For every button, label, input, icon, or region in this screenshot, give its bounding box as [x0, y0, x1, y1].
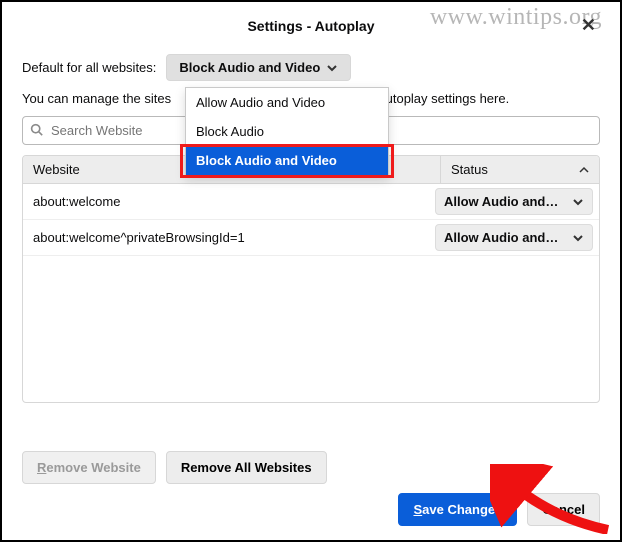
col-status-label: Status [451, 162, 488, 177]
close-button[interactable]: ✕ [577, 14, 600, 36]
table-row[interactable]: about:welcome Allow Audio and… [23, 184, 599, 220]
default-dropdown-value: Block Audio and Video [179, 60, 320, 75]
chevron-down-icon [326, 62, 338, 74]
dropdown-item-block-audio[interactable]: Block Audio [186, 117, 388, 146]
chevron-down-icon [572, 232, 584, 244]
cancel-button[interactable]: Cancel [527, 493, 600, 526]
dialog-title: Settings - Autoplay [247, 18, 374, 34]
default-row: Default for all websites: Block Audio an… [22, 54, 600, 81]
remove-website-button: Remove Website [22, 451, 156, 484]
default-label: Default for all websites: [22, 60, 156, 75]
table-row[interactable]: about:welcome^privateBrowsingId=1 Allow … [23, 220, 599, 256]
chevron-down-icon [572, 196, 584, 208]
remove-accesskey: R [37, 460, 46, 475]
dropdown-item-allow-av[interactable]: Allow Audio and Video [186, 88, 388, 117]
bottom-button-row: Remove Website Remove All Websites [22, 451, 600, 484]
col-status-header[interactable]: Status [441, 156, 599, 183]
default-dropdown-menu: Allow Audio and Video Block Audio Block … [185, 87, 389, 176]
save-rest: ave Changes [422, 502, 502, 517]
dropdown-item-block-av[interactable]: Block Audio and Video [186, 146, 388, 175]
remove-website-rest: emove Website [46, 460, 140, 475]
search-icon [30, 123, 43, 139]
manage-suffix: autoplay settings here. [378, 91, 509, 106]
remove-all-websites-button[interactable]: Remove All Websites [166, 451, 327, 484]
row-website-cell: about:welcome^privateBrowsingId=1 [33, 230, 435, 245]
row-status-select[interactable]: Allow Audio and… [435, 188, 593, 215]
autoplay-settings-dialog: www.wintips.org Settings - Autoplay ✕ De… [2, 2, 620, 540]
row-status-value: Allow Audio and… [444, 230, 558, 245]
row-status-select[interactable]: Allow Audio and… [435, 224, 593, 251]
footer-buttons: Save Changes Cancel [398, 493, 600, 526]
row-website-cell: about:welcome [33, 194, 435, 209]
website-table: Website Status about:welcome Allow Audio… [22, 155, 600, 403]
row-status-value: Allow Audio and… [444, 194, 558, 209]
default-dropdown-button[interactable]: Block Audio and Video [166, 54, 351, 81]
manage-prefix: You can manage the sites [22, 91, 171, 106]
save-accesskey: S [413, 502, 422, 517]
sort-up-icon [579, 165, 589, 175]
save-changes-button[interactable]: Save Changes [398, 493, 517, 526]
dialog-titlebar: Settings - Autoplay ✕ [22, 14, 600, 48]
